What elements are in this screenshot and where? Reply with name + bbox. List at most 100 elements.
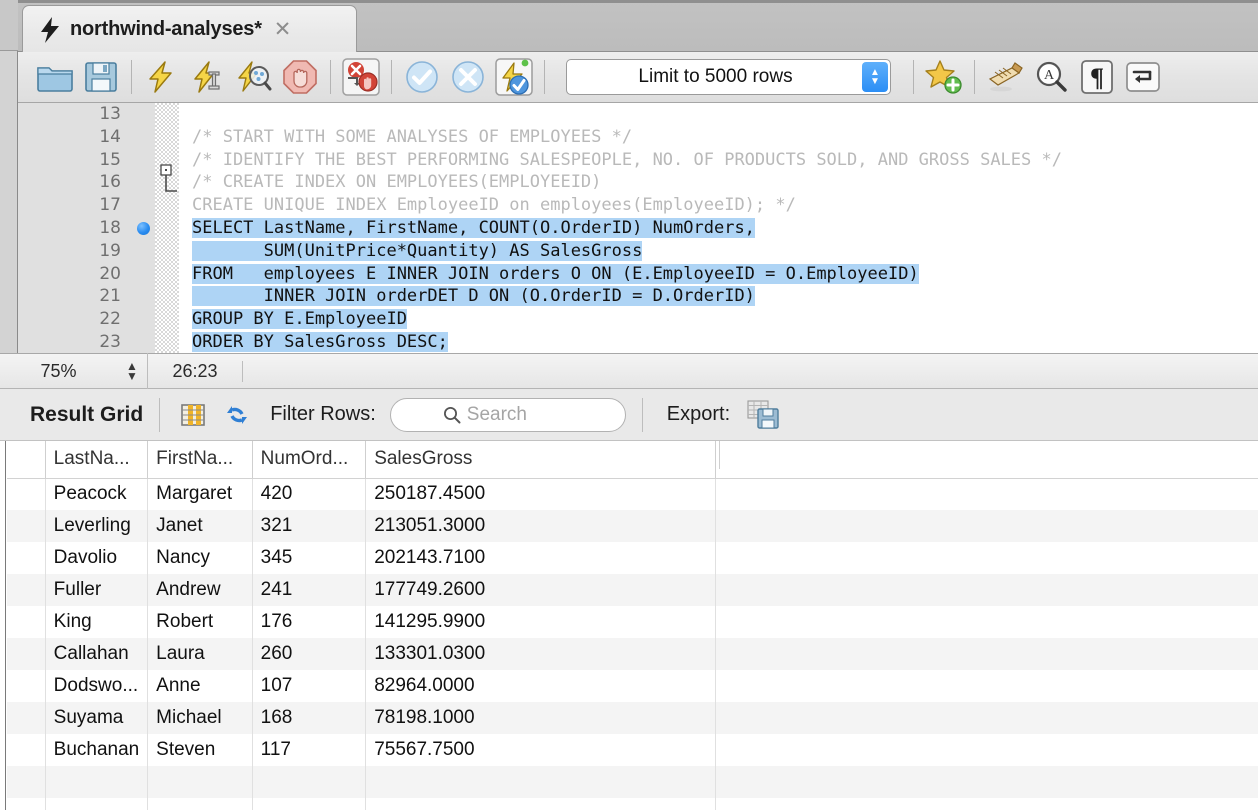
save-script-icon[interactable] [78,55,124,99]
tab-northwind-analyses[interactable]: northwind-analyses* ✕ [22,5,357,53]
code-line[interactable]: /* IDENTIFY THE BEST PERFORMING SALESPEO… [179,149,1258,172]
code-line[interactable]: GROUP BY E.EmployeeID [179,308,1258,331]
table-cell[interactable]: Davolio [45,542,149,574]
table-cell[interactable]: 250187.4500 [365,478,716,510]
column-header-2[interactable]: NumOrd... [252,441,367,479]
search-input[interactable]: Search [389,397,626,432]
code-line[interactable]: FROM employees E INNER JOIN orders O ON … [179,263,1258,286]
toggle-autocommit-icon[interactable] [491,55,537,99]
table-cell[interactable]: Laura [147,638,253,670]
table-cell[interactable] [147,766,253,798]
table-cell[interactable]: Fuller [45,574,149,606]
code-line[interactable]: /* START WITH SOME ANALYSES OF EMPLOYEES… [179,126,1258,149]
new-snippet-icon[interactable] [921,55,967,99]
toggle-invisible-chars-icon[interactable]: ¶ [1074,55,1120,99]
table-cell[interactable]: Janet [147,510,253,542]
table-cell[interactable]: 168 [252,702,367,734]
table-row[interactable]: King Robert 176 141295.9900 [7,606,1258,638]
table-row[interactable]: Callahan Laura 260 133301.0300 [7,638,1258,670]
table-cell[interactable]: 202143.7100 [365,542,716,574]
row-header-cell[interactable] [7,702,46,734]
table-cell[interactable]: 345 [252,542,367,574]
row-header-cell[interactable] [7,798,46,810]
table-cell[interactable]: Anne [147,670,253,702]
row-header-cell[interactable] [7,734,46,766]
code-line[interactable]: CREATE UNIQUE INDEX EmployeeID on employ… [179,194,1258,217]
code-line[interactable]: INNER JOIN orderDET D ON (O.OrderID = D.… [179,285,1258,308]
table-cell[interactable]: Dodswo... [45,670,149,702]
table-cell[interactable]: 321 [252,510,367,542]
table-cell[interactable]: Peacock [45,478,149,510]
row-header-cell[interactable] [7,510,46,542]
explain-query-icon[interactable] [231,55,277,99]
table-row[interactable]: Fuller Andrew 241 177749.2600 [7,574,1258,606]
table-cell[interactable]: 82964.0000 [365,670,716,702]
row-header-cell[interactable] [7,574,46,606]
code-line[interactable]: /* CREATE INDEX ON EMPLOYEES(EMPLOYEEID) [179,171,1258,194]
table-cell[interactable]: King [45,606,149,638]
table-row[interactable]: Davolio Nancy 345 202143.7100 [7,542,1258,574]
table-cell[interactable]: 420 [252,478,367,510]
table-cell[interactable]: Nancy [147,542,253,574]
table-cell[interactable]: Leverling [45,510,149,542]
table-row[interactable]: Buchanan Steven 117 75567.7500 [7,734,1258,766]
table-cell[interactable]: 213051.3000 [365,510,716,542]
table-cell[interactable]: Steven [147,734,253,766]
row-header-cell[interactable] [7,606,46,638]
grid-view-icon[interactable] [176,398,210,432]
table-cell[interactable] [365,798,716,810]
open-script-icon[interactable] [32,55,78,99]
table-cell[interactable] [252,766,367,798]
table-cell[interactable] [147,798,253,810]
table-cell[interactable]: Margaret [147,478,253,510]
table-cell[interactable]: Michael [147,702,253,734]
table-cell[interactable]: 176 [252,606,367,638]
code-line[interactable] [179,103,1258,126]
zoom-stepper[interactable]: ▲ ▼ [117,360,147,382]
stop-execution-icon[interactable] [277,55,323,99]
toggle-wrapping-icon[interactable] [1120,55,1166,99]
close-icon[interactable]: ✕ [274,19,292,40]
row-header-cell[interactable] [7,670,46,702]
refresh-icon[interactable] [220,398,254,432]
breakpoint-marker-icon[interactable] [137,222,150,235]
table-cell[interactable] [365,766,716,798]
table-cell[interactable]: Suyama [45,702,149,734]
table-row[interactable]: Leverling Janet 321 213051.3000 [7,510,1258,542]
table-cell[interactable]: 133301.0300 [365,638,716,670]
toggle-stop-on-error-icon[interactable] [338,55,384,99]
table-row[interactable]: Suyama Michael 168 78198.1000 [7,702,1258,734]
code-line[interactable]: SELECT LastName, FirstName, COUNT(O.Orde… [179,217,1258,240]
table-cell[interactable]: 75567.7500 [365,734,716,766]
row-header-cell[interactable] [7,766,46,798]
table-cell[interactable] [45,798,149,810]
table-row[interactable]: Peacock Margaret 420 250187.4500 [7,478,1258,510]
table-row[interactable] [7,798,1258,810]
code-folding-gutter[interactable] [155,103,179,353]
zoom-control[interactable]: 75% ▲ ▼ [0,353,148,389]
column-header-3[interactable]: SalesGross [365,441,716,479]
execute-statement-icon[interactable] [139,55,185,99]
breakpoint-marker-gutter[interactable] [131,103,155,353]
row-header-cell[interactable] [7,542,46,574]
table-cell[interactable]: 78198.1000 [365,702,716,734]
beautify-sql-icon[interactable] [982,55,1028,99]
table-cell[interactable]: 141295.9900 [365,606,716,638]
code-line[interactable]: SUM(UnitPrice*Quantity) AS SalesGross [179,240,1258,263]
column-header-1[interactable]: FirstNa... [147,441,253,479]
table-cell[interactable]: 177749.2600 [365,574,716,606]
sql-code-editor[interactable]: 13141516171819202122232425 /* START WITH… [18,103,1258,353]
column-header-0[interactable]: LastNa... [45,441,149,479]
row-header-cell[interactable] [7,478,46,510]
table-cell[interactable]: Callahan [45,638,149,670]
table-cell[interactable]: Robert [147,606,253,638]
code-text-area[interactable]: /* START WITH SOME ANALYSES OF EMPLOYEES… [179,103,1258,353]
code-line[interactable]: ORDER BY SalesGross DESC; [179,331,1258,353]
table-cell[interactable]: Buchanan [45,734,149,766]
execute-current-statement-icon[interactable] [185,55,231,99]
table-cell[interactable]: 241 [252,574,367,606]
row-header-cell[interactable] [7,638,46,670]
find-icon[interactable]: A [1028,55,1074,99]
limit-rows-select[interactable]: Limit to 5000 rows ▲ ▼ [566,59,891,95]
table-row[interactable] [7,766,1258,798]
